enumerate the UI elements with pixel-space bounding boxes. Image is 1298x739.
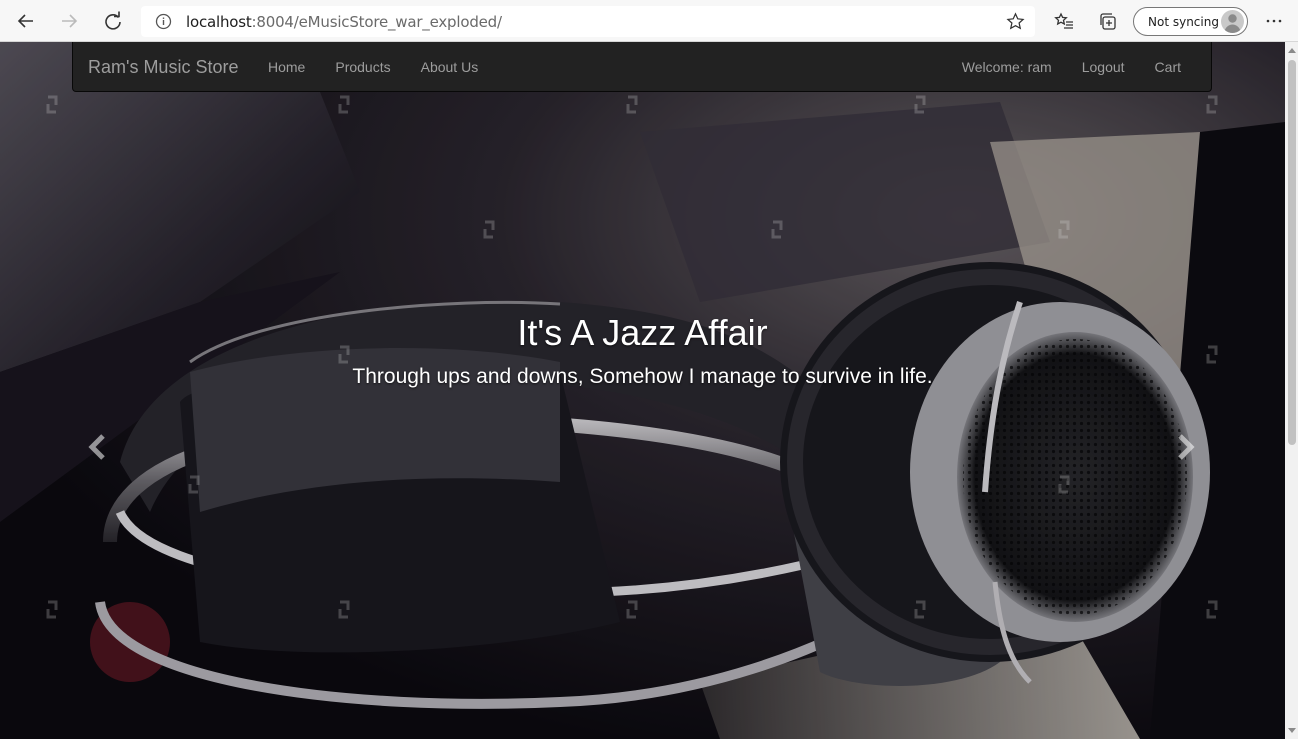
scroll-up-arrow-icon[interactable] xyxy=(1288,48,1296,53)
carousel-next-button[interactable] xyxy=(1165,427,1205,467)
back-button[interactable] xyxy=(12,7,40,35)
page-scrollbar[interactable] xyxy=(1285,42,1298,739)
scroll-down-arrow-icon[interactable] xyxy=(1288,728,1296,733)
nav-about-link[interactable]: About Us xyxy=(406,42,494,90)
nav-logout-link[interactable]: Logout xyxy=(1067,42,1140,90)
carousel-heading: It's A Jazz Affair xyxy=(517,312,768,353)
nav-welcome-link[interactable]: Welcome: ram xyxy=(947,42,1067,90)
navbar-right-links: Welcome: ram Logout Cart xyxy=(947,42,1196,90)
collections-button[interactable] xyxy=(1094,7,1122,35)
chevron-left-icon xyxy=(88,434,105,460)
browser-toolbar: localhost:8004/eMusicStore_war_exploded/… xyxy=(0,0,1298,42)
nav-cart-link[interactable]: Cart xyxy=(1140,42,1196,90)
url-host: localhost xyxy=(186,13,252,31)
address-bar[interactable]: localhost:8004/eMusicStore_war_exploded/ xyxy=(141,6,1035,37)
settings-more-button[interactable] xyxy=(1260,7,1288,35)
carousel-prev-button[interactable] xyxy=(78,427,118,467)
favorites-list-icon xyxy=(1054,12,1073,29)
profile-avatar-icon xyxy=(1221,10,1244,33)
sync-status-label: Not syncing xyxy=(1148,15,1219,29)
chevron-right-icon xyxy=(1178,434,1195,460)
page-viewport: Ram's Music Store Home Products About Us… xyxy=(0,42,1285,739)
headphones-on-piano-image xyxy=(0,42,1285,739)
refresh-button[interactable] xyxy=(99,7,127,35)
refresh-icon xyxy=(105,11,121,30)
nav-products-link[interactable]: Products xyxy=(320,42,405,90)
scrollbar-thumb[interactable] xyxy=(1288,60,1296,445)
profile-sync-button[interactable]: Not syncing xyxy=(1133,7,1248,36)
url-path: :8004/eMusicStore_war_exploded/ xyxy=(251,13,502,31)
more-dots-icon xyxy=(1266,19,1282,23)
back-arrow-icon xyxy=(17,14,33,28)
site-navbar: Ram's Music Store Home Products About Us… xyxy=(72,42,1212,92)
favorite-star-icon[interactable] xyxy=(1006,12,1025,31)
carousel-subheading: Through ups and downs, Somehow I manage … xyxy=(352,365,933,388)
forward-arrow-icon xyxy=(62,14,78,28)
favorites-button[interactable] xyxy=(1050,7,1078,35)
navbar-left-links: Home Products About Us xyxy=(253,42,493,90)
collections-icon xyxy=(1100,13,1116,30)
forward-button[interactable] xyxy=(55,7,83,35)
nav-home-link[interactable]: Home xyxy=(253,42,320,90)
carousel-slide-image xyxy=(0,42,1285,739)
site-info-icon[interactable] xyxy=(155,13,172,30)
navbar-brand-link[interactable]: Ram's Music Store xyxy=(88,57,238,78)
url-text[interactable]: localhost:8004/eMusicStore_war_exploded/ xyxy=(186,13,502,31)
